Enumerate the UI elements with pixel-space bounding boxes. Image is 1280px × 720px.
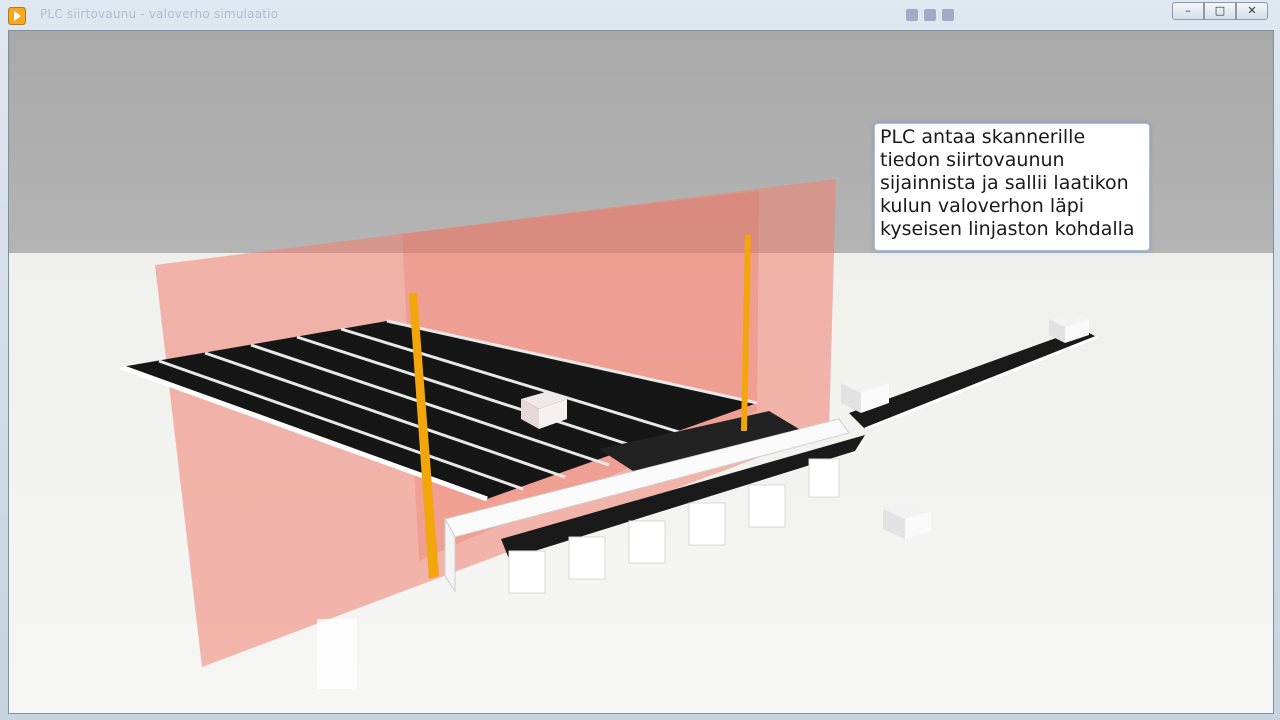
window-title: PLC siirtovaunu - valoverho simulaatio — [40, 7, 279, 21]
title-bar[interactable]: PLC siirtovaunu - valoverho simulaatio –… — [0, 0, 1280, 30]
window-controls: – □ ✕ — [1172, 2, 1268, 20]
info-callout: PLC antaa skannerille tiedon siirtovaunu… — [874, 123, 1150, 251]
3d-viewport[interactable]: PLC antaa skannerille tiedon siirtovaunu… — [8, 30, 1274, 714]
minimize-icon: – — [1185, 4, 1191, 17]
tool-icon[interactable] — [942, 9, 954, 21]
cabinet — [317, 619, 357, 689]
toolbar-icons — [906, 6, 966, 24]
maximize-icon: □ — [1214, 4, 1226, 17]
tool-icon[interactable] — [906, 9, 918, 21]
application-window: PLC siirtovaunu - valoverho simulaatio –… — [0, 0, 1280, 720]
tool-icon[interactable] — [924, 9, 936, 21]
app-icon[interactable] — [8, 7, 26, 25]
close-button[interactable]: ✕ — [1236, 2, 1268, 20]
minimize-button[interactable]: – — [1172, 2, 1204, 20]
close-icon: ✕ — [1247, 4, 1257, 17]
maximize-button[interactable]: □ — [1204, 2, 1236, 20]
